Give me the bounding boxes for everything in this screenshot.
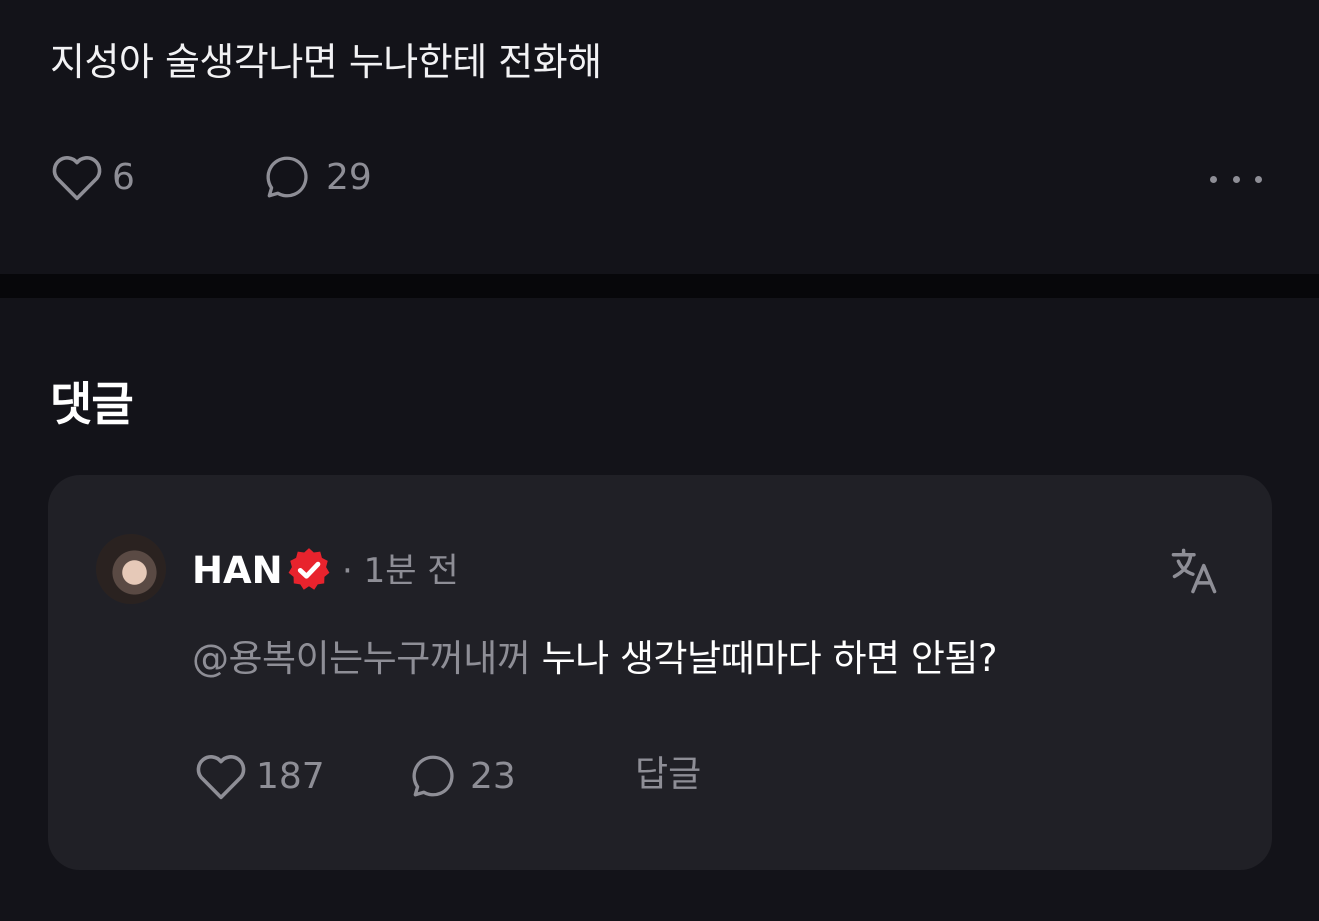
post: 지성아 술생각나면 누나한테 전화해 6 29 — [0, 0, 1319, 274]
avatar[interactable] — [96, 534, 166, 604]
comment-card: HAN · 1분 전 @용복이는누구꺼내꺼 누나 생각날때마다 하면 안됨? 1… — [48, 475, 1272, 870]
heart-icon — [196, 755, 246, 800]
comment-like-button[interactable]: 187 — [194, 751, 325, 801]
comment-text: 누나 생각날때마다 하면 안됨? — [541, 637, 998, 680]
comment-reply-count-button[interactable]: 23 — [408, 751, 516, 801]
comment-reply-count: 23 — [470, 755, 516, 797]
comment-bubble-icon — [412, 755, 454, 797]
post-comment-button[interactable]: 29 — [262, 152, 372, 202]
post-like-button[interactable]: 6 — [50, 152, 135, 202]
post-like-count: 6 — [112, 156, 135, 198]
comment-time: · 1분 전 — [342, 551, 459, 591]
comments-title: 댓글 — [50, 377, 134, 431]
translate-icon[interactable] — [1168, 545, 1220, 597]
comment-author[interactable]: HAN — [192, 549, 283, 593]
more-horizontal-icon — [1210, 175, 1217, 183]
heart-icon — [52, 156, 102, 201]
section-divider — [0, 274, 1319, 298]
post-comment-count: 29 — [326, 156, 372, 198]
comment-mention[interactable]: @용복이는누구꺼내꺼 — [192, 637, 531, 680]
comment-body: @용복이는누구꺼내꺼 누나 생각날때마다 하면 안됨? — [192, 633, 998, 685]
comment-bubble-icon — [266, 156, 308, 198]
comments-section: 댓글 HAN · 1분 전 @용복이는누구꺼내꺼 누나 생각날때마다 하면 안됨… — [0, 298, 1319, 921]
verified-badge-icon — [288, 548, 330, 590]
post-text: 지성아 술생각나면 누나한테 전화해 — [50, 40, 602, 84]
reply-button[interactable]: 답글 — [635, 751, 701, 799]
more-options-button[interactable] — [1206, 164, 1266, 194]
comment-like-count: 187 — [256, 755, 325, 797]
